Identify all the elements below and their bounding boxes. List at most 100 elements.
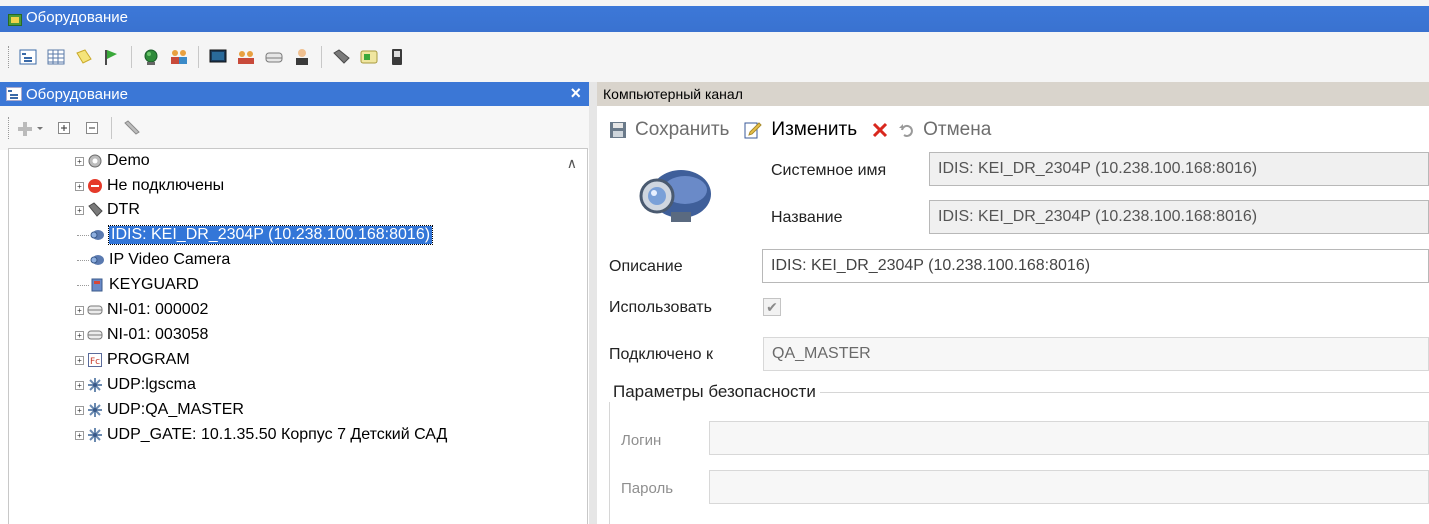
expand-toggle[interactable]: +	[75, 355, 84, 365]
pane-splitter[interactable]	[589, 82, 597, 524]
flag-icon[interactable]	[101, 46, 123, 68]
toolbar-grip[interactable]	[8, 46, 11, 68]
card-icon[interactable]	[358, 46, 380, 68]
password-field[interactable]	[709, 470, 1429, 504]
cancel-label: Отмена	[923, 119, 992, 140]
name-value: IDIS: KEI_DR_2304P (10.238.100.168:8016)	[938, 208, 1258, 225]
drive-icon	[87, 327, 103, 343]
system-name-value: IDIS: KEI_DR_2304P (10.238.100.168:8016)	[938, 160, 1258, 177]
notes-icon[interactable]	[73, 46, 95, 68]
description-value: IDIS: KEI_DR_2304P (10.238.100.168:8016)	[771, 257, 1091, 274]
login-field[interactable]	[709, 421, 1429, 455]
name-label: Название	[771, 209, 843, 226]
close-icon[interactable]: ×	[570, 83, 581, 104]
tree-item-label: UDP:QA_MASTER	[107, 401, 244, 418]
tree-item[interactable]: IP Video Camera	[77, 250, 230, 270]
tree-connector	[77, 234, 89, 236]
equipment-tree[interactable]: ∧ + Demo + Не подключены + DTR IDIS: KEI…	[8, 148, 588, 524]
grid-icon[interactable]	[45, 46, 67, 68]
toolbar-separator	[198, 46, 199, 68]
equipment-pane-title: Оборудование	[26, 85, 129, 103]
password-label: Пароль	[621, 480, 674, 497]
equipment-app-icon	[8, 14, 22, 26]
security-group	[609, 392, 1429, 524]
scroll-up-arrow[interactable]: ∧	[567, 155, 577, 172]
tree-item-label: Demo	[107, 152, 150, 169]
connected-to-label: Подключено к	[609, 346, 713, 363]
details-pane-title: Компьютерный канал	[603, 86, 743, 102]
tree-item-label: UDP:lgscma	[107, 376, 196, 393]
tag-icon	[87, 202, 103, 218]
expand-all-button[interactable]	[53, 117, 75, 139]
tree-item[interactable]: + UDP:QA_MASTER	[75, 400, 244, 420]
use-label: Использовать	[609, 299, 712, 316]
description-field[interactable]: IDIS: KEI_DR_2304P (10.238.100.168:8016)	[762, 249, 1429, 283]
system-name-field: IDIS: KEI_DR_2304P (10.238.100.168:8016)	[929, 152, 1429, 186]
person-icon[interactable]	[291, 46, 313, 68]
toolbar-grip[interactable]	[8, 117, 11, 139]
edit-document-icon	[743, 120, 763, 140]
tree-item[interactable]: + NI-01: 000002	[75, 300, 208, 320]
tree-view-icon[interactable]	[17, 46, 39, 68]
expand-toggle[interactable]: +	[75, 405, 84, 415]
expand-toggle[interactable]: +	[75, 380, 84, 390]
tree-connector	[77, 259, 89, 261]
system-name-label: Системное имя	[771, 162, 887, 179]
description-label: Описание	[609, 258, 683, 275]
expand-toggle[interactable]: +	[75, 330, 84, 340]
add-dropdown-button[interactable]	[17, 117, 47, 139]
monitor-icon[interactable]	[207, 46, 229, 68]
camera-icon	[89, 252, 105, 268]
tree-item-label: NI-01: 003058	[107, 326, 209, 343]
collapse-all-button[interactable]	[81, 117, 103, 139]
window-title: Оборудование	[26, 9, 129, 26]
save-button[interactable]: Сохранить	[609, 119, 729, 141]
toolbar-separator	[131, 46, 132, 68]
device-camera-icon	[637, 158, 717, 230]
tree-item[interactable]: + DTR	[75, 200, 140, 220]
edit-label: Изменить	[771, 119, 858, 140]
stop-icon	[87, 178, 103, 194]
details-pane-header: Компьютерный канал	[597, 82, 1429, 106]
tree-item[interactable]: + NI-01: 003058	[75, 325, 208, 345]
details-pane: Сохранить Изменить Отмена Системное имя …	[597, 106, 1429, 524]
cancel-button[interactable]: Отмена	[871, 119, 991, 141]
tree-item[interactable]: + Не подключены	[75, 176, 224, 196]
tree-item[interactable]: + Fc PROGRAM	[75, 350, 190, 370]
tree-item[interactable]: + UDP:lgscma	[75, 375, 196, 395]
camera-icon	[89, 227, 105, 243]
expand-toggle[interactable]: +	[75, 156, 84, 166]
globe-icon[interactable]	[140, 46, 162, 68]
tree-item-label: NI-01: 000002	[107, 301, 209, 318]
tree-item[interactable]: + Demo	[75, 151, 150, 171]
tree-item-label: IDIS: KEI_DR_2304P (10.238.100.168:8016)	[107, 225, 434, 245]
connected-to-field: QA_MASTER	[763, 337, 1429, 371]
network-icon	[87, 427, 103, 443]
tag-icon[interactable]	[330, 46, 352, 68]
edit-button[interactable]: Изменить	[743, 119, 857, 141]
expand-toggle[interactable]: +	[75, 205, 84, 215]
details-actions: Сохранить Изменить Отмена	[609, 116, 1005, 144]
tree-item[interactable]: KEYGUARD	[77, 275, 199, 295]
expand-toggle[interactable]: +	[75, 430, 84, 440]
users-icon[interactable]	[168, 46, 190, 68]
expand-toggle[interactable]: +	[75, 305, 84, 315]
properties-icon[interactable]	[120, 117, 142, 139]
tree-item-selected[interactable]: IDIS: KEI_DR_2304P (10.238.100.168:8016)	[77, 225, 434, 245]
group-icon[interactable]	[235, 46, 257, 68]
phone-icon[interactable]	[386, 46, 408, 68]
security-group-title: Параметры безопасности	[609, 382, 820, 402]
equipment-pane-header: Оборудование ×	[0, 82, 589, 106]
delete-x-icon[interactable]	[871, 121, 889, 139]
use-checkbox[interactable]: ✔	[763, 298, 781, 316]
tree-item-label: UDP_GATE: 10.1.35.50 Корпус 7 Детский СА…	[107, 426, 448, 443]
tree-item[interactable]: + UDP_GATE: 10.1.35.50 Корпус 7 Детский …	[75, 425, 447, 445]
gear-icon	[87, 153, 103, 169]
expand-toggle[interactable]: +	[75, 181, 84, 191]
tree-view-icon	[6, 87, 22, 101]
window-title-bar: Оборудование	[0, 0, 1429, 32]
drive-icon[interactable]	[263, 46, 285, 68]
tree-item-label: Не подключены	[107, 177, 225, 194]
network-icon	[87, 402, 103, 418]
drive-icon	[87, 302, 103, 318]
